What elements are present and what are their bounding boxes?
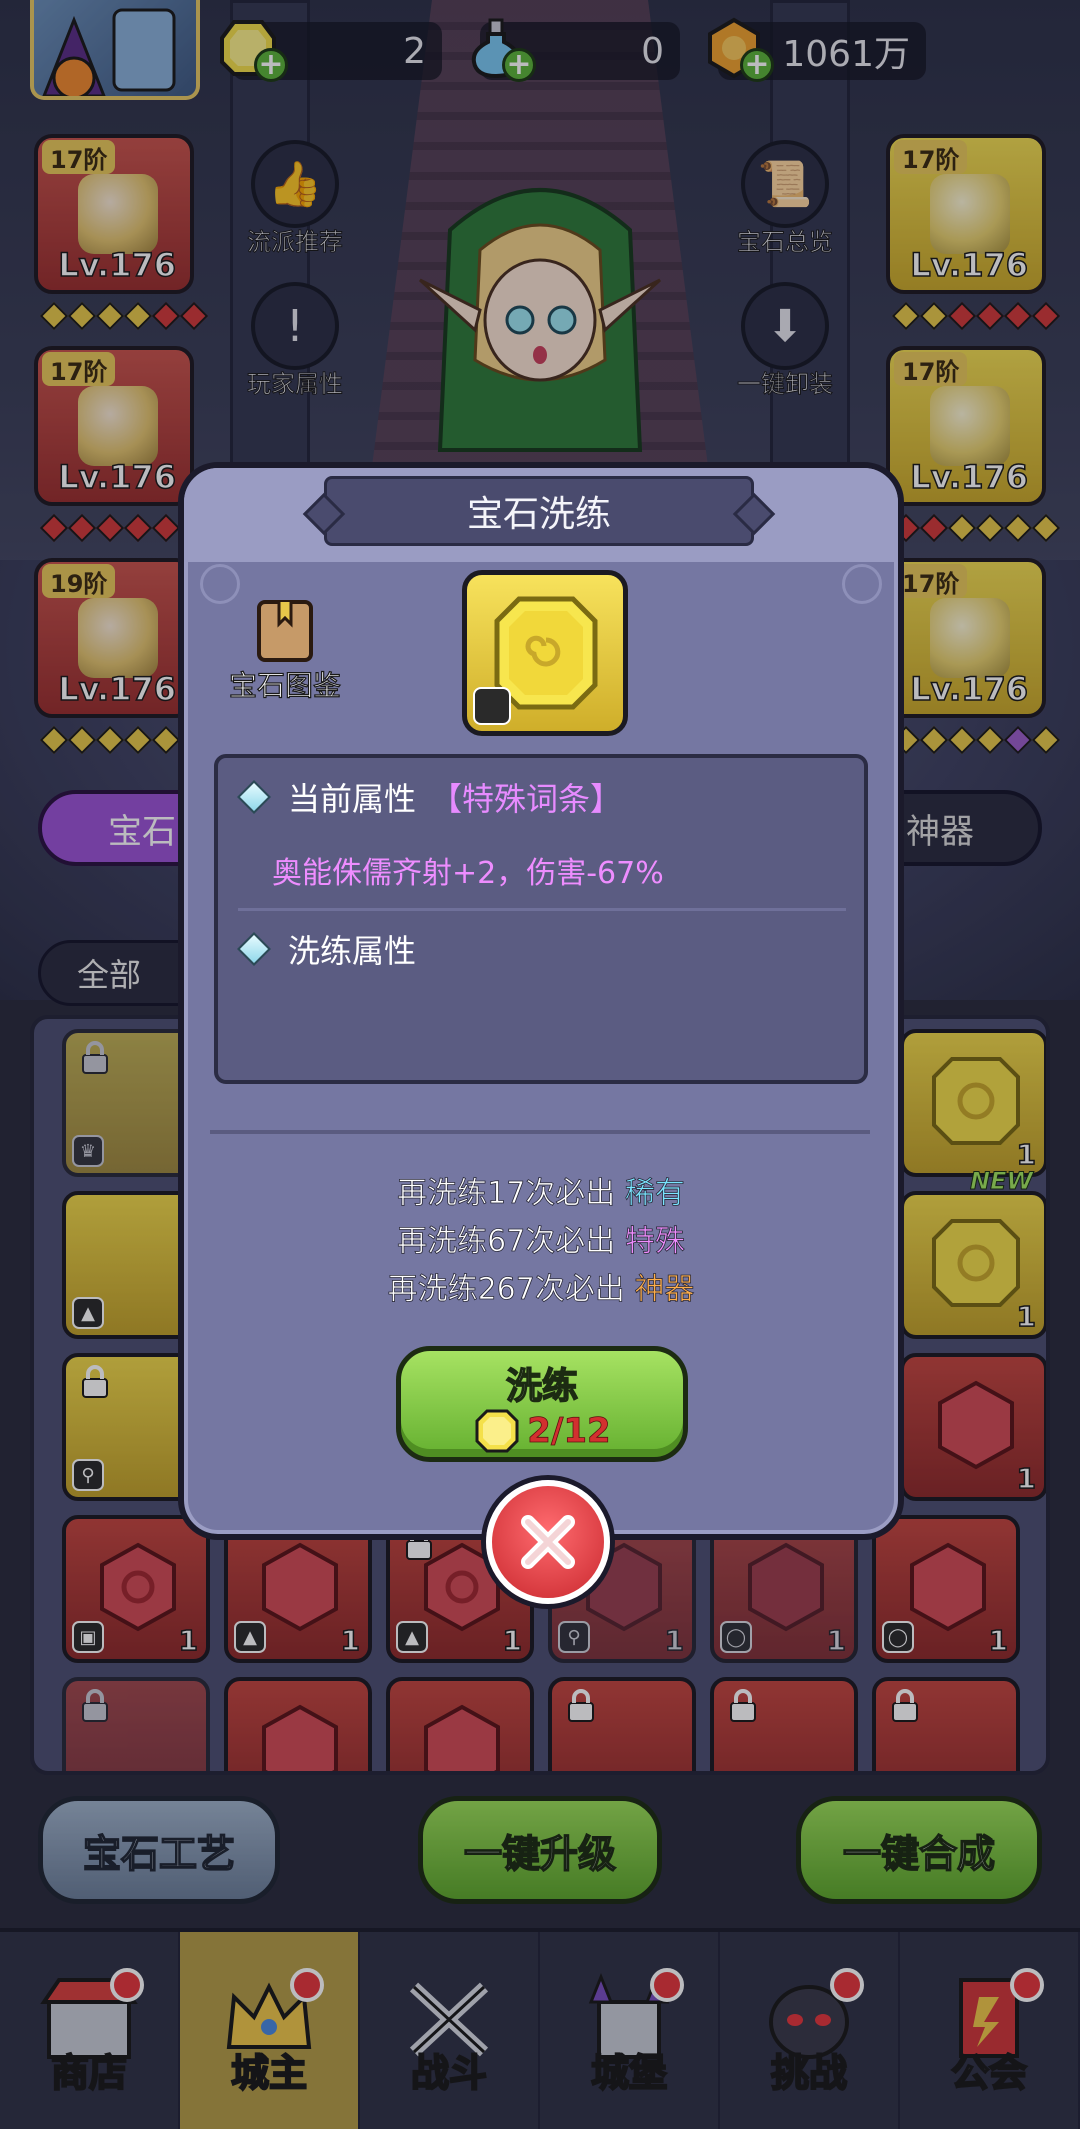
refine-cost: 2/12 xyxy=(401,1407,683,1455)
dialog-header: 宝石洗练 xyxy=(184,468,898,562)
pity-prefix: 再洗练17次必出 xyxy=(397,1176,616,1212)
pity-prefix: 再洗练267次必出 xyxy=(387,1272,625,1308)
pity-line-artifact: 再洗练267次必出 神器 xyxy=(184,1264,898,1308)
dialog-title: 宝石洗练 xyxy=(324,476,754,546)
close-button[interactable] xyxy=(486,1480,610,1604)
refine-attribute-label: 洗练属性 xyxy=(288,932,417,970)
divider xyxy=(238,908,846,911)
yellow-gem-icon xyxy=(475,1409,519,1453)
selected-gem-slot xyxy=(462,570,628,736)
divider xyxy=(210,1130,870,1134)
diamond-bullet-icon xyxy=(237,932,271,966)
book-icon xyxy=(257,600,313,662)
attribute-panel: 当前属性 【特殊词条】 奥能侏儒齐射+2，伤害-67% 洗练属性 xyxy=(214,754,868,1084)
rarity-artifact: 神器 xyxy=(634,1272,695,1308)
current-attribute-value: 奥能侏儒齐射+2，伤害-67% xyxy=(272,856,664,891)
close-icon xyxy=(521,1515,575,1569)
gem-codex-label: 宝石图鉴 xyxy=(228,668,341,702)
current-attribute-row: 当前属性 【特殊词条】 xyxy=(237,774,623,820)
special-affix-tag: 【特殊词条】 xyxy=(430,780,623,818)
refine-attribute-row: 洗练属性 xyxy=(237,926,417,972)
pity-line-special: 再洗练67次必出 特殊 xyxy=(184,1216,898,1260)
refine-cost-value: 2/12 xyxy=(527,1411,611,1452)
gem-codex-button[interactable]: 宝石图鉴 xyxy=(220,598,350,704)
dialog-title-text: 宝石洗练 xyxy=(466,494,611,535)
refine-button-label: 洗练 xyxy=(505,1365,579,1408)
pity-prefix: 再洗练67次必出 xyxy=(397,1224,616,1260)
rarity-rare: 稀有 xyxy=(624,1176,685,1212)
rarity-special: 特殊 xyxy=(624,1224,685,1260)
diamond-bullet-icon xyxy=(237,780,271,814)
gem-refine-dialog: 宝石洗练 宝石图鉴 当前属性 【特殊词条】 奥能侏儒齐射+2，伤害-67% 洗练… xyxy=(178,462,904,1604)
current-attribute-label: 当前属性 xyxy=(288,780,417,818)
staff-socket-icon xyxy=(473,687,511,725)
refine-button[interactable]: 洗练 2/12 xyxy=(396,1346,688,1462)
pity-line-rare: 再洗练17次必出 稀有 xyxy=(184,1168,898,1212)
ornament xyxy=(842,564,882,604)
